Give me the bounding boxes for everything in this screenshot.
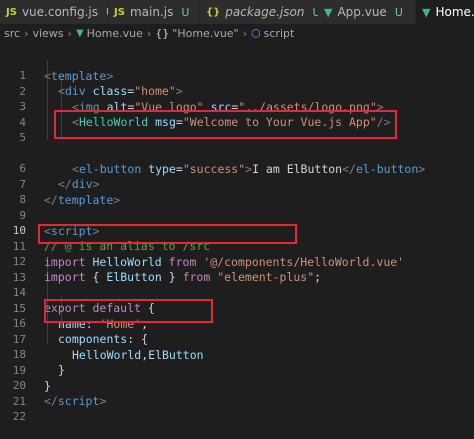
code-text: <el-button type="success">I am ElButton<… (72, 161, 426, 176)
chevron-right-icon: › (67, 27, 72, 40)
tab-label: main.js (129, 5, 174, 19)
line-number: 3 (19, 100, 26, 114)
line-number: 2 (19, 84, 26, 98)
code-line: 6 <el-button type="success">I am ElButto… (0, 161, 474, 177)
untracked-badge: U (394, 5, 403, 19)
braces-icon: {} (155, 27, 170, 40)
code-text: </template> (44, 192, 121, 207)
code-line: 12 import HelloWorld from '@/components/… (0, 254, 474, 270)
breadcrumb-views[interactable]: views (32, 27, 63, 40)
line-number: 1 (19, 69, 26, 83)
chevron-right-icon: › (24, 27, 29, 40)
tab-vue-config-js[interactable]: JS vue.config.js U (0, 0, 114, 24)
line-number: 18 (12, 348, 26, 362)
code-text: import { ElButton } from "element-plus"; (44, 270, 322, 285)
chevron-right-icon: › (146, 27, 152, 40)
line-number: 5 (19, 131, 26, 145)
tab-main-js[interactable]: JS main.js U (108, 0, 200, 24)
breadcrumb-src[interactable]: src (4, 27, 20, 40)
code-line: 19 } (0, 363, 474, 379)
editor-tab-bar: JS vue.config.js U JS main.js U {} packa… (0, 0, 474, 24)
code-text: <div class="home"> (58, 84, 183, 99)
code-line: 13 import { ElButton } from "element-plu… (0, 270, 474, 286)
tab-label: App.vue (337, 5, 387, 19)
tab-label: vue.config.js (21, 5, 98, 19)
vue-file-icon: ▼ (75, 28, 84, 39)
vue-file-icon: ▼ (324, 5, 333, 19)
breadcrumb-component[interactable]: "Home.vue" (172, 27, 238, 40)
breadcrumb-file[interactable]: Home.vue (87, 27, 143, 40)
code-text: HelloWorld,ElButton (72, 347, 204, 362)
breadcrumb-section[interactable]: script (264, 27, 295, 40)
code-text: </div> (58, 177, 100, 192)
tab-app-vue[interactable]: ▼ App.vue U (318, 0, 416, 24)
code-text: } (58, 363, 65, 378)
line-number: 13 (12, 270, 26, 284)
highlight-box-el-button-tag (54, 110, 397, 139)
code-line: 2 <div class="home"> (0, 84, 474, 100)
code-text: </script> (44, 394, 107, 409)
json-file-icon: {} (206, 6, 221, 18)
tab-label: package.json (225, 5, 305, 19)
line-number: 8 (19, 193, 26, 207)
untracked-badge: U (181, 5, 190, 19)
code-line: 8 </template> (0, 192, 474, 208)
line-number: 12 (12, 255, 26, 269)
highlight-box-components (44, 299, 213, 323)
code-text: import HelloWorld from '@/components/Hel… (44, 254, 405, 269)
tab-home-vue[interactable]: ▼ Home.vue (416, 0, 474, 24)
line-number: 6 (19, 162, 26, 176)
code-line: 17 components: { (0, 332, 474, 348)
line-number: 7 (19, 177, 26, 191)
code-text: } (44, 378, 51, 393)
line-number: 15 (12, 301, 26, 315)
line-number: 20 (12, 379, 26, 393)
code-line: 20 } (0, 378, 474, 394)
js-file-icon: JS (114, 6, 125, 18)
code-text: <template> (44, 68, 114, 83)
line-number: 11 (12, 239, 26, 253)
breadcrumb: src › views › ▼ Home.vue › {} "Home.vue"… (0, 24, 474, 43)
code-editor[interactable]: 1 <template> 2 <div class="home"> 3 <img… (0, 43, 474, 439)
highlight-box-import-elbutton (38, 224, 297, 244)
code-line: 9 (0, 208, 474, 224)
line-number: 22 (12, 410, 26, 424)
tab-label: Home.vue (435, 5, 474, 19)
line-number: 19 (12, 363, 26, 377)
code-line: 22 (0, 409, 474, 425)
line-number: 17 (12, 332, 26, 346)
code-line: 18 HelloWorld,ElButton (0, 347, 474, 363)
line-number: 14 (12, 286, 26, 300)
line-number: 10 (12, 224, 26, 238)
vue-file-icon: ▼ (422, 5, 431, 19)
line-number: 16 (12, 317, 26, 331)
code-line: 1 <template> (0, 68, 474, 84)
cube-icon: ⬡ (251, 27, 261, 40)
tab-package-json[interactable]: {} package.json U (200, 0, 321, 24)
code-line: 7 </div> (0, 177, 474, 193)
line-number: 9 (19, 208, 26, 222)
line-number: 4 (19, 115, 26, 129)
line-number: 21 (12, 394, 26, 408)
chevron-right-icon: › (242, 27, 248, 40)
code-line: 21 </script> (0, 394, 474, 410)
js-file-icon: JS (6, 6, 17, 18)
code-text: components: { (58, 332, 149, 347)
